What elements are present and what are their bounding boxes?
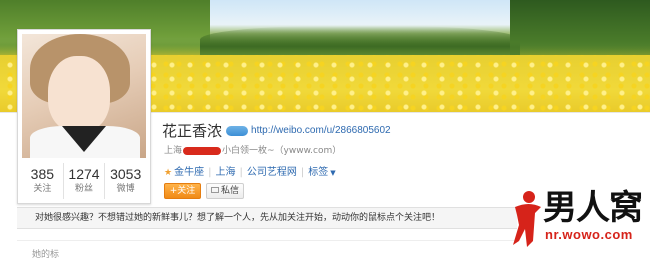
site-watermark: 男人窝 nr.wowo.com — [505, 189, 650, 249]
profile-location-row: 上海 小白领一枚~（ywww.com） — [164, 143, 341, 157]
location-suffix: 小白领一枚~（ywww.com） — [222, 146, 342, 156]
message-button-label: 私信 — [220, 186, 239, 196]
stat-posts-count: 3053 — [110, 166, 142, 182]
stat-following[interactable]: 385 关注 — [22, 163, 63, 199]
verified-badge-icon[interactable] — [226, 125, 249, 136]
stat-posts-label: 微博 — [116, 184, 135, 194]
stat-following-label: 关注 — [33, 184, 52, 194]
stat-posts[interactable]: 3053 微博 — [104, 163, 146, 199]
watermark-figure-icon — [513, 191, 541, 247]
stat-followers[interactable]: 1274 粉丝 — [62, 163, 105, 199]
follow-button[interactable]: +关注 — [164, 183, 201, 199]
dropdown-caret-icon[interactable]: ▼ — [330, 169, 335, 177]
stat-followers-count: 1274 — [68, 166, 100, 182]
redaction-mark — [183, 146, 222, 155]
lower-divider — [17, 240, 517, 241]
stat-followers-label: 粉丝 — [75, 184, 94, 194]
tags-dropdown[interactable]: 标签 — [308, 167, 328, 178]
watermark-main-text: 男人窝 — [543, 188, 643, 228]
location-prefix: 上海 — [164, 146, 183, 156]
tag-separator: | — [208, 167, 212, 178]
avatar-card: 385 关注 1274 粉丝 3053 微博 — [17, 29, 151, 204]
profile-username: 花正香浓 — [162, 122, 223, 140]
tag-city[interactable]: 上海 — [215, 167, 235, 178]
blog-url-link[interactable]: http://weibo.com/u/2866805602 — [251, 125, 391, 136]
profile-name-row: 花正香浓 http://weibo.com/u/2866805602 — [162, 120, 391, 142]
envelope-icon — [210, 186, 219, 193]
tag-separator: | — [300, 167, 305, 178]
follow-prompt-bar: 对她很感兴趣？不想错过她的新鲜事儿？想了解一个人，先从加关注开始，动动你的鼠标点… — [17, 207, 517, 229]
watermark-sub-text: nr.wowo.com — [545, 227, 633, 242]
profile-stats: 385 关注 1274 粉丝 3053 微博 — [22, 163, 146, 199]
avatar-face — [48, 56, 110, 132]
star-icon: ★ — [164, 168, 173, 178]
profile-tags-row: ★ 金牛座 | 上海 | 公司艺程网 | 标签 ▼ — [164, 163, 336, 178]
stat-following-count: 385 — [30, 166, 55, 182]
avatar[interactable] — [22, 34, 146, 158]
tag-constellation[interactable]: 金牛座 — [174, 167, 204, 178]
tag-company[interactable]: 公司艺程网 — [247, 167, 297, 178]
tag-separator: | — [239, 167, 243, 178]
message-button[interactable]: 私信 — [206, 183, 244, 199]
